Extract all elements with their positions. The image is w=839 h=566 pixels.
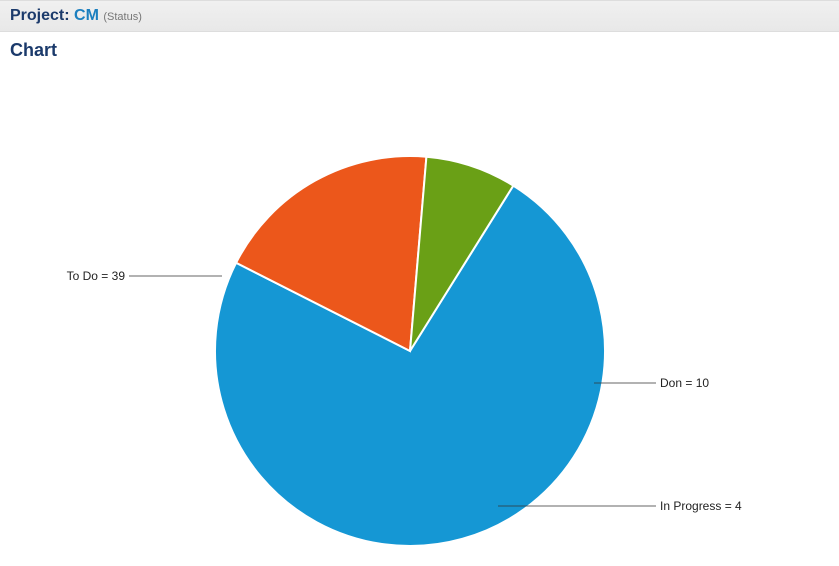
project-prefix: Project: [10, 7, 70, 24]
project-name: CM [74, 7, 99, 24]
chart-title: Chart [0, 32, 839, 61]
slice-label: Don = 10 [660, 376, 709, 390]
project-header: Project: CM (Status) [0, 0, 839, 32]
pie-chart: To Do = 39 Don = 10 In Progress = 4 [0, 61, 839, 566]
project-subtext: (Status) [103, 11, 142, 23]
slice-label: In Progress = 4 [660, 499, 742, 513]
slice-label: To Do = 39 [67, 269, 126, 283]
